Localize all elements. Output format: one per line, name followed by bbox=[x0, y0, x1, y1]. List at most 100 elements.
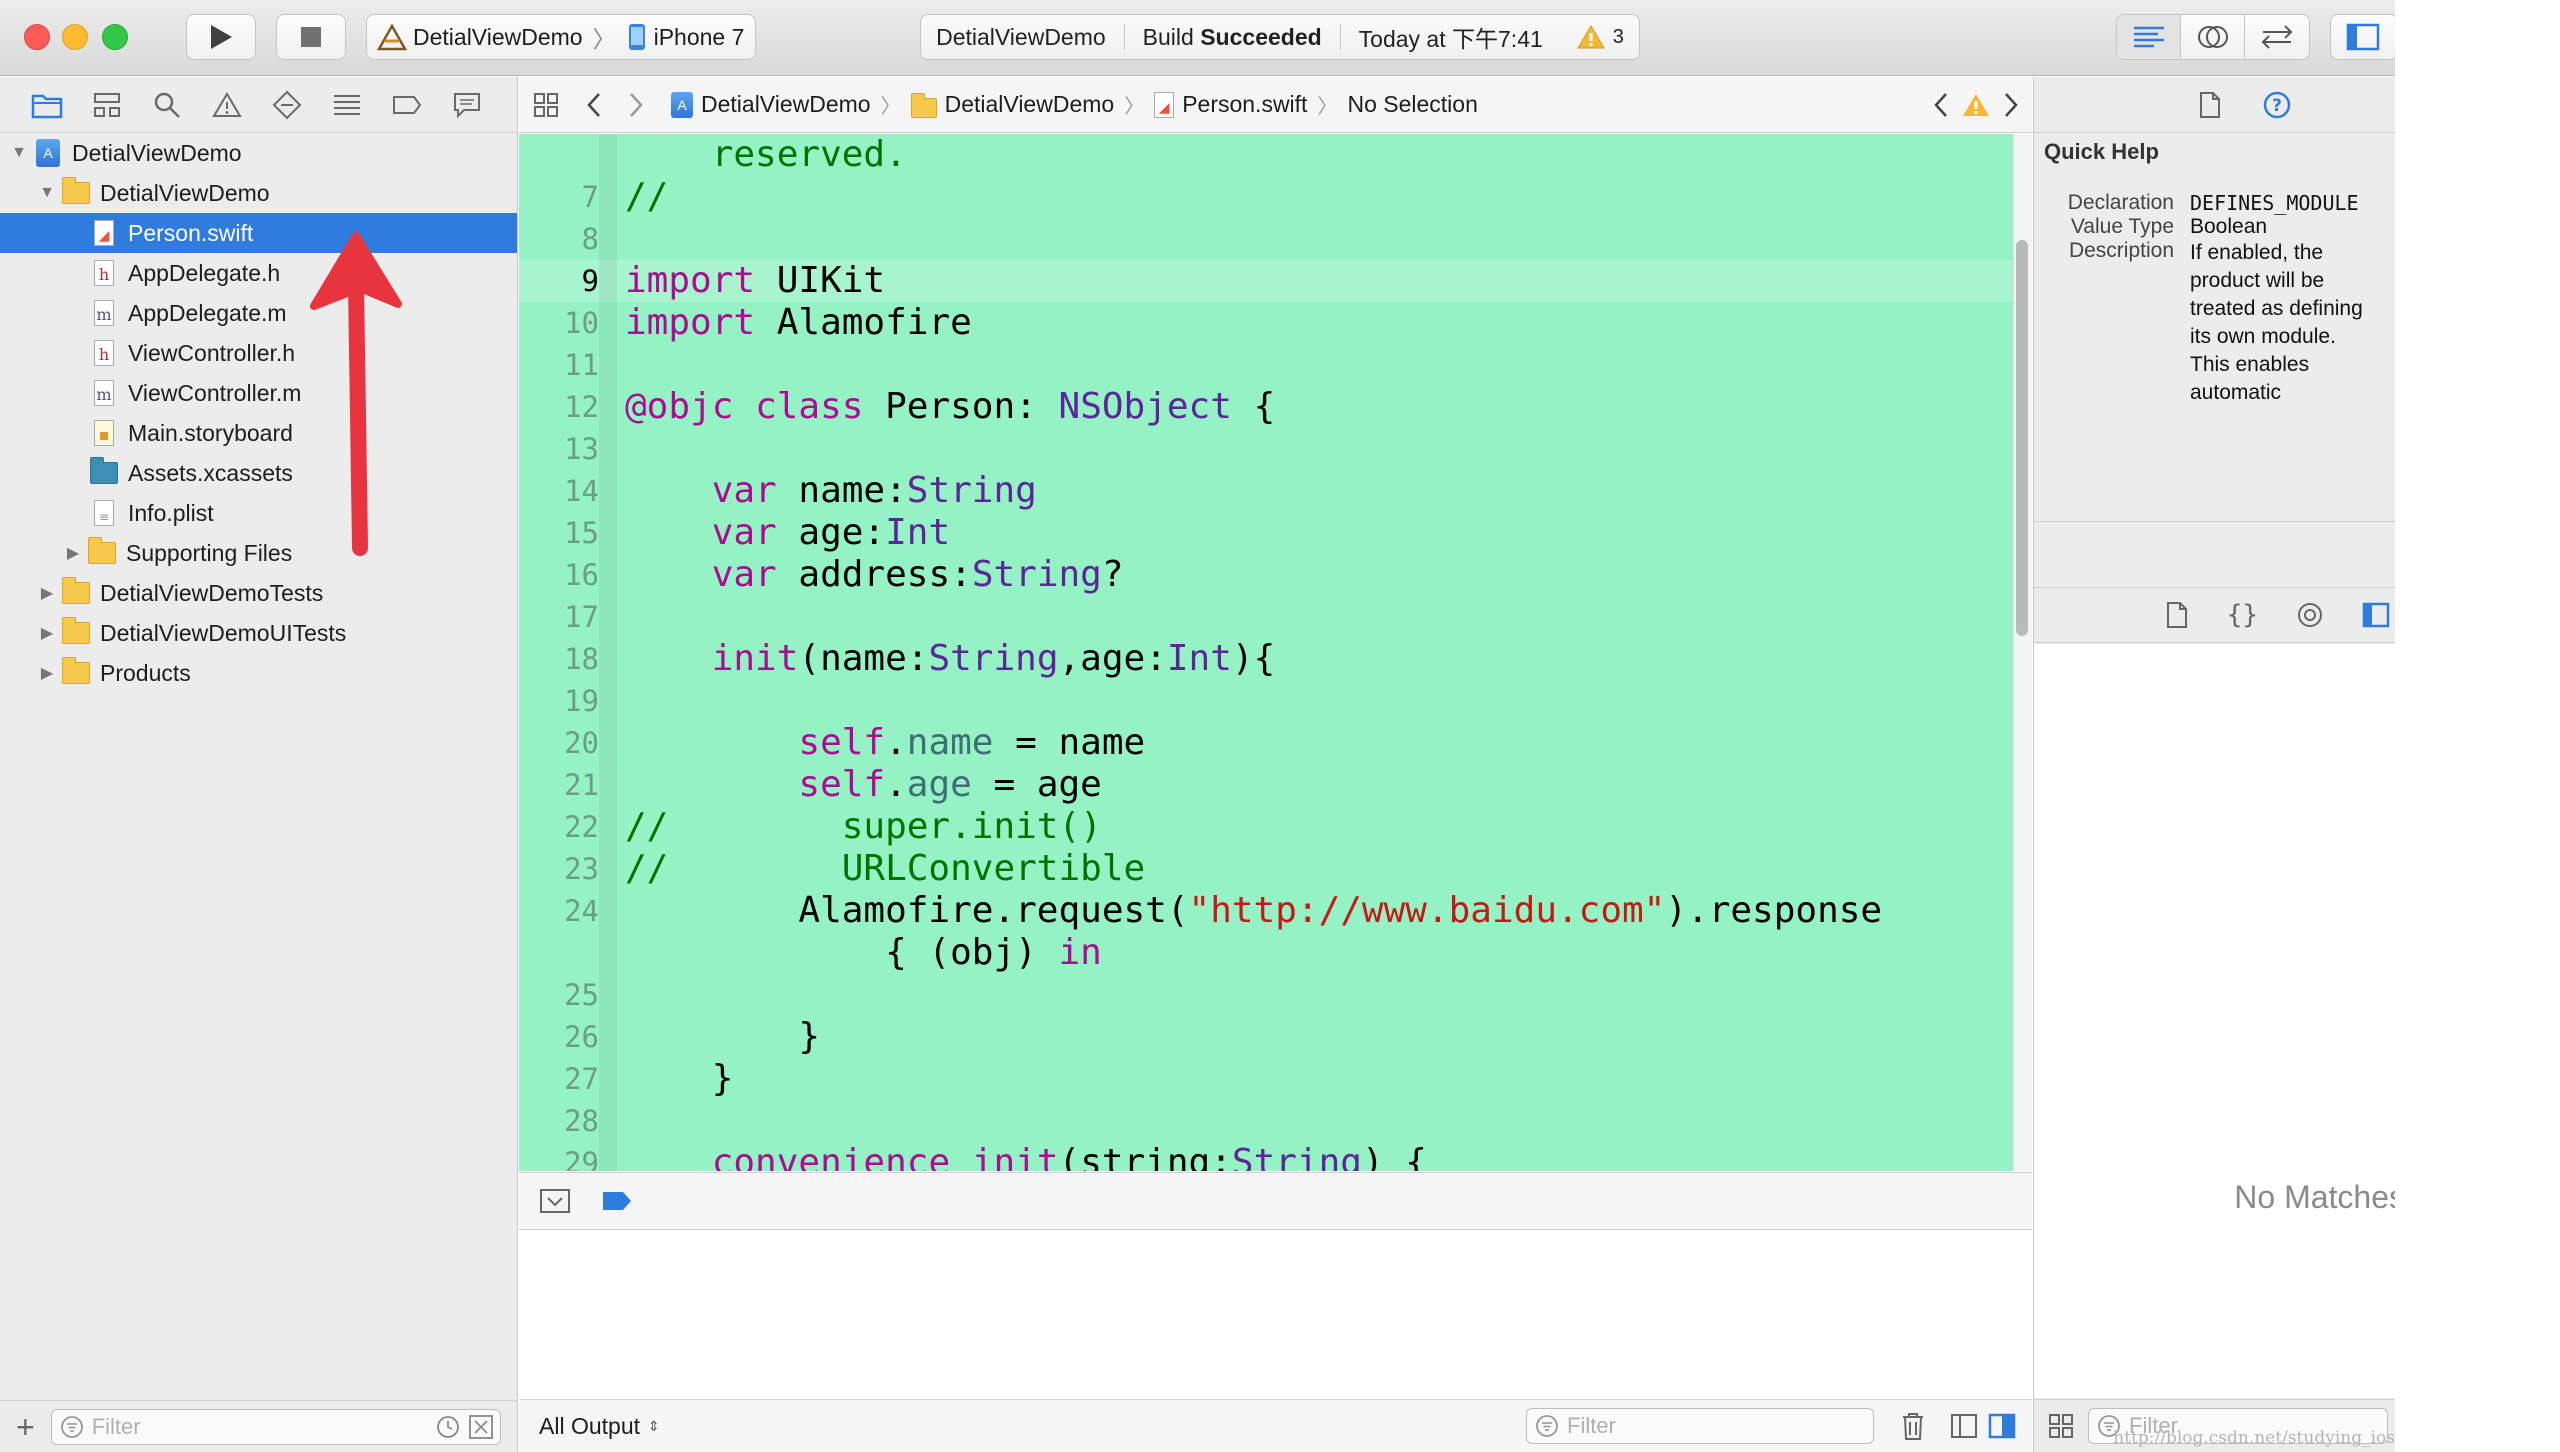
quick-help-inspector-tab[interactable]: ? bbox=[2262, 90, 2292, 120]
code-line: init(name:String,age:Int){ bbox=[711, 638, 1276, 679]
right-panel-icon bbox=[1988, 1413, 2016, 1439]
code-folding-ribbon[interactable] bbox=[599, 134, 617, 1171]
tree-item-file[interactable]: Assets.xcassets bbox=[0, 453, 517, 493]
disclosure-triangle-icon[interactable]: ▼ bbox=[38, 184, 56, 202]
line-number: 11 bbox=[564, 348, 599, 382]
search-icon bbox=[154, 92, 180, 118]
variables-view-toggle[interactable] bbox=[1950, 1413, 1978, 1439]
jumpbar-crumb-symbol[interactable]: No Selection bbox=[1347, 91, 1477, 118]
tree-item-label: DetialViewDemoTests bbox=[100, 579, 324, 606]
tree-item-file[interactable]: m ViewController.m bbox=[0, 373, 517, 413]
close-window-button[interactable] bbox=[24, 24, 50, 50]
source-editor[interactable]: 7 8 9 10 11 12 13 14 15 16 17 18 19 20 2… bbox=[519, 134, 2013, 1171]
play-icon bbox=[211, 25, 232, 49]
tree-item-file[interactable]: ◢ Person.swift bbox=[0, 213, 517, 253]
library-empty-label: No Matches bbox=[2234, 1179, 2395, 1215]
breakpoints-toggle-button[interactable] bbox=[601, 1190, 633, 1212]
tree-item-group[interactable]: ▶ Products bbox=[0, 653, 517, 693]
navigator-filter-field[interactable]: Filter bbox=[50, 1408, 501, 1445]
debug-navigator-tab[interactable] bbox=[330, 88, 364, 122]
standard-editor-button[interactable] bbox=[2117, 15, 2181, 59]
disclosure-triangle-icon[interactable]: ▼ bbox=[10, 144, 28, 162]
output-selector[interactable]: All Output ⇕ bbox=[539, 1413, 660, 1440]
help-icon: ? bbox=[2263, 91, 2290, 118]
toggle-navigator-button[interactable] bbox=[2331, 15, 2395, 59]
build-status-result: Succeeded bbox=[1200, 23, 1322, 50]
report-navigator-tab[interactable] bbox=[450, 88, 484, 122]
tree-item-label: Products bbox=[100, 659, 191, 686]
library-content bbox=[2034, 644, 2395, 1398]
related-items-button[interactable] bbox=[533, 92, 559, 118]
code-snippet-library-tab[interactable]: {} bbox=[2227, 600, 2258, 630]
line-number: 7 bbox=[581, 180, 599, 214]
header-file-icon: h bbox=[90, 340, 118, 366]
run-button[interactable] bbox=[186, 14, 256, 60]
tree-item-project[interactable]: ▼ A DetialViewDemo bbox=[0, 133, 517, 173]
tree-item-file[interactable]: ▪ Main.storyboard bbox=[0, 413, 517, 453]
project-navigator-tab[interactable] bbox=[30, 88, 64, 122]
code-line: import Alamofire bbox=[625, 302, 972, 343]
add-file-button[interactable]: + bbox=[16, 1411, 35, 1443]
crumb-separator: 〉 bbox=[880, 96, 901, 118]
warning-indicator[interactable]: 3 bbox=[1576, 24, 1624, 50]
previous-issue-button[interactable] bbox=[1932, 91, 1950, 119]
library-tab-bar: {} bbox=[2034, 587, 2395, 643]
clear-console-button[interactable] bbox=[1900, 1411, 1926, 1441]
code-line: var name:String bbox=[711, 470, 1037, 511]
console-output[interactable] bbox=[519, 1231, 2032, 1399]
symbol-navigator-tab[interactable] bbox=[90, 88, 124, 122]
tree-item-file[interactable]: m AppDelegate.m bbox=[0, 293, 517, 333]
disclosure-triangle-icon[interactable]: ▶ bbox=[64, 543, 82, 563]
next-issue-button[interactable] bbox=[2002, 91, 2020, 119]
inspector-divider bbox=[2034, 521, 2395, 522]
tree-item-file[interactable]: h AppDelegate.h bbox=[0, 253, 517, 293]
test-navigator-tab[interactable] bbox=[270, 88, 304, 122]
assistant-editor-button[interactable] bbox=[2181, 15, 2245, 59]
issue-indicator[interactable] bbox=[1962, 92, 1990, 118]
document-icon bbox=[2166, 602, 2187, 628]
line-number: 19 bbox=[564, 684, 599, 718]
library-grid-toggle[interactable] bbox=[2048, 1413, 2074, 1439]
source-control-filter-icon[interactable] bbox=[468, 1414, 494, 1440]
storyboard-file-icon: ▪ bbox=[90, 420, 118, 446]
tree-item-group[interactable]: ▶ DetialViewDemoUITests bbox=[0, 613, 517, 653]
file-inspector-tab[interactable] bbox=[2198, 91, 2222, 119]
disclosure-triangle-icon[interactable]: ▶ bbox=[38, 663, 56, 683]
find-navigator-tab[interactable] bbox=[150, 88, 184, 122]
grid-icon bbox=[534, 92, 558, 117]
stop-button[interactable] bbox=[276, 14, 346, 60]
disclosure-triangle-icon[interactable]: ▶ bbox=[38, 583, 56, 603]
breakpoint-navigator-tab[interactable] bbox=[390, 88, 424, 122]
recent-files-icon[interactable] bbox=[436, 1415, 460, 1439]
version-editor-button[interactable] bbox=[2245, 15, 2309, 59]
disclosure-triangle-icon[interactable]: ▶ bbox=[38, 623, 56, 643]
media-library-tab[interactable] bbox=[2362, 601, 2390, 629]
navigate-back-button[interactable] bbox=[585, 91, 603, 119]
tree-item-file[interactable]: h ViewController.h bbox=[0, 333, 517, 373]
jumpbar-crumb-file[interactable]: ◢ Person.swift bbox=[1154, 91, 1307, 118]
zoom-window-button[interactable] bbox=[102, 24, 128, 50]
jumpbar-crumb-project[interactable]: A DetialViewDemo bbox=[671, 91, 871, 118]
value-type-label: Value Type bbox=[2070, 215, 2174, 238]
tree-item-label: ViewController.m bbox=[128, 379, 302, 406]
editor-vertical-scrollbar[interactable] bbox=[2016, 240, 2028, 636]
console-view-toggle[interactable] bbox=[1988, 1413, 2016, 1439]
jumpbar-crumb-group[interactable]: DetialViewDemo bbox=[910, 91, 1114, 118]
tree-item-group[interactable]: ▼ DetialViewDemo bbox=[0, 173, 517, 213]
hide-debug-area-button[interactable] bbox=[539, 1188, 571, 1214]
console-filter-field[interactable]: Filter bbox=[1526, 1408, 1874, 1444]
line-number: 20 bbox=[564, 726, 599, 760]
scheme-selector[interactable]: DetialViewDemo 〉 iPhone 7 bbox=[366, 14, 756, 60]
object-library-tab[interactable] bbox=[2296, 601, 2324, 629]
code-line: reserved. bbox=[625, 134, 907, 175]
tree-item-group[interactable]: ▶ DetialViewDemoTests bbox=[0, 573, 517, 613]
tree-item-file[interactable]: ≡ Info.plist bbox=[0, 493, 517, 533]
minimize-window-button[interactable] bbox=[62, 24, 88, 50]
app-target-icon bbox=[377, 23, 407, 51]
file-template-library-tab[interactable] bbox=[2165, 601, 2189, 629]
line-number: 26 bbox=[564, 1020, 599, 1054]
issue-navigator-tab[interactable] bbox=[210, 88, 244, 122]
tree-item-group[interactable]: ▶ Supporting Files bbox=[0, 533, 517, 573]
navigate-forward-button[interactable] bbox=[627, 91, 645, 119]
code-line: Alamofire.request("http://www.baidu.com"… bbox=[625, 890, 1883, 931]
